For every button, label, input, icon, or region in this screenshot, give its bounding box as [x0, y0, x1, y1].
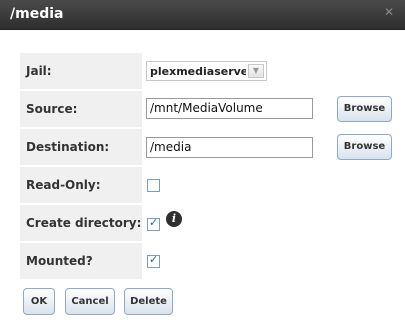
jail-label-cell: Jail: — [20, 53, 142, 89]
ok-button[interactable]: OK — [23, 288, 55, 315]
source-input[interactable]: /mnt/MediaVolume — [146, 98, 313, 119]
mounted-label: Mounted? — [26, 254, 93, 268]
delete-button[interactable]: Delete — [124, 288, 173, 315]
read-only-label-cell: Read-Only: — [20, 167, 142, 203]
checkmark-icon: ✓ — [149, 253, 159, 266]
chevron-down-icon[interactable]: ▼ — [248, 64, 264, 78]
create-directory-label-cell: Create directory: — [20, 205, 142, 241]
jail-select-value: plexmediaserver_2 — [150, 65, 246, 78]
dialog-titlebar: /media ✕ — [0, 0, 405, 30]
source-browse-button[interactable]: Browse — [337, 96, 392, 122]
jail-select[interactable]: plexmediaserver_2 ▼ — [146, 61, 267, 81]
source-label-cell: Source: — [20, 91, 142, 127]
mounted-checkbox[interactable]: ✓ — [147, 253, 160, 268]
dialog-title: /media — [10, 6, 64, 22]
read-only-label: Read-Only: — [26, 178, 101, 192]
jail-label: Jail: — [26, 64, 52, 78]
destination-browse-button[interactable]: Browse — [337, 134, 392, 160]
destination-label: Destination: — [26, 140, 110, 154]
source-label: Source: — [26, 102, 78, 116]
info-icon[interactable]: i — [166, 211, 182, 227]
destination-label-cell: Destination: — [20, 129, 142, 165]
create-directory-checkbox[interactable]: ✓ — [147, 216, 160, 231]
mounted-label-cell: Mounted? — [20, 243, 142, 279]
create-directory-label: Create directory: — [26, 216, 142, 230]
destination-input[interactable]: /media — [146, 137, 313, 158]
close-icon[interactable]: ✕ — [383, 6, 395, 18]
cancel-button[interactable]: Cancel — [65, 288, 115, 315]
read-only-checkbox[interactable] — [147, 179, 160, 192]
checkmark-icon: ✓ — [149, 216, 159, 229]
